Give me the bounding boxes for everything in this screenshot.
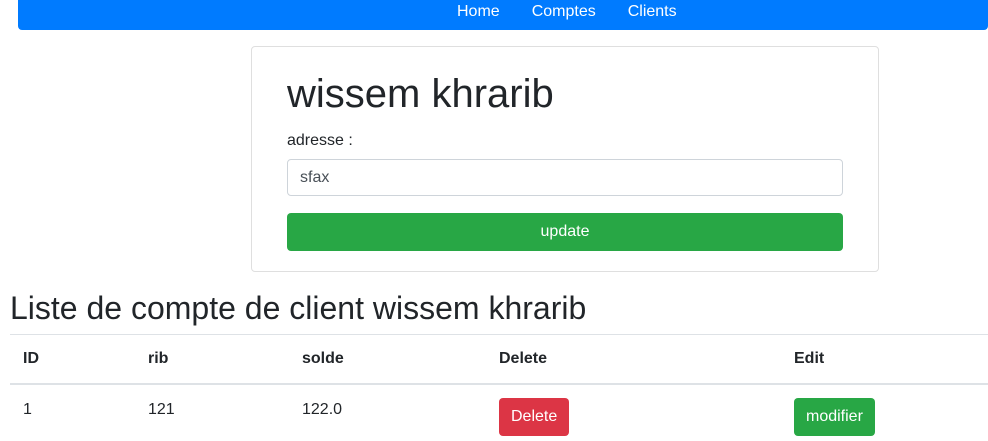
client-name: wissem khrarib [287,72,554,116]
accounts-title: Liste de compte de client wissem khrarib [10,290,587,326]
address-input[interactable] [287,159,843,196]
nav-link-comptes[interactable]: Comptes [532,3,596,21]
cell-id: 1 [23,401,32,418]
nav-link-home[interactable]: Home [457,3,500,21]
column-header-edit: Edit [781,334,988,385]
table-header-row: ID rib solde Delete Edit [10,334,988,385]
table-row: 1 121 122.0 Delete modifier [10,384,988,440]
top-navbar: Home Comptes Clients [18,0,988,30]
modifier-button[interactable]: modifier [794,398,875,436]
update-button[interactable]: update [287,213,843,251]
nav-link-clients[interactable]: Clients [628,3,677,21]
accounts-table: ID rib solde Delete Edit 1 121 122.0 Del… [10,334,988,440]
cell-rib: 121 [148,401,175,418]
client-card: wissem khrarib adresse : update [251,46,879,272]
column-header-id: ID [10,334,135,385]
delete-button[interactable]: Delete [499,398,570,436]
address-label: adresse : [287,132,353,149]
nav-links: Home Comptes Clients [457,0,677,24]
column-header-delete: Delete [486,334,781,385]
cell-delete: Delete [486,384,781,440]
cell-solde: 122.0 [302,401,343,418]
column-header-solde: solde [289,334,486,385]
cell-edit: modifier [781,384,988,440]
column-header-rib: rib [135,334,289,385]
